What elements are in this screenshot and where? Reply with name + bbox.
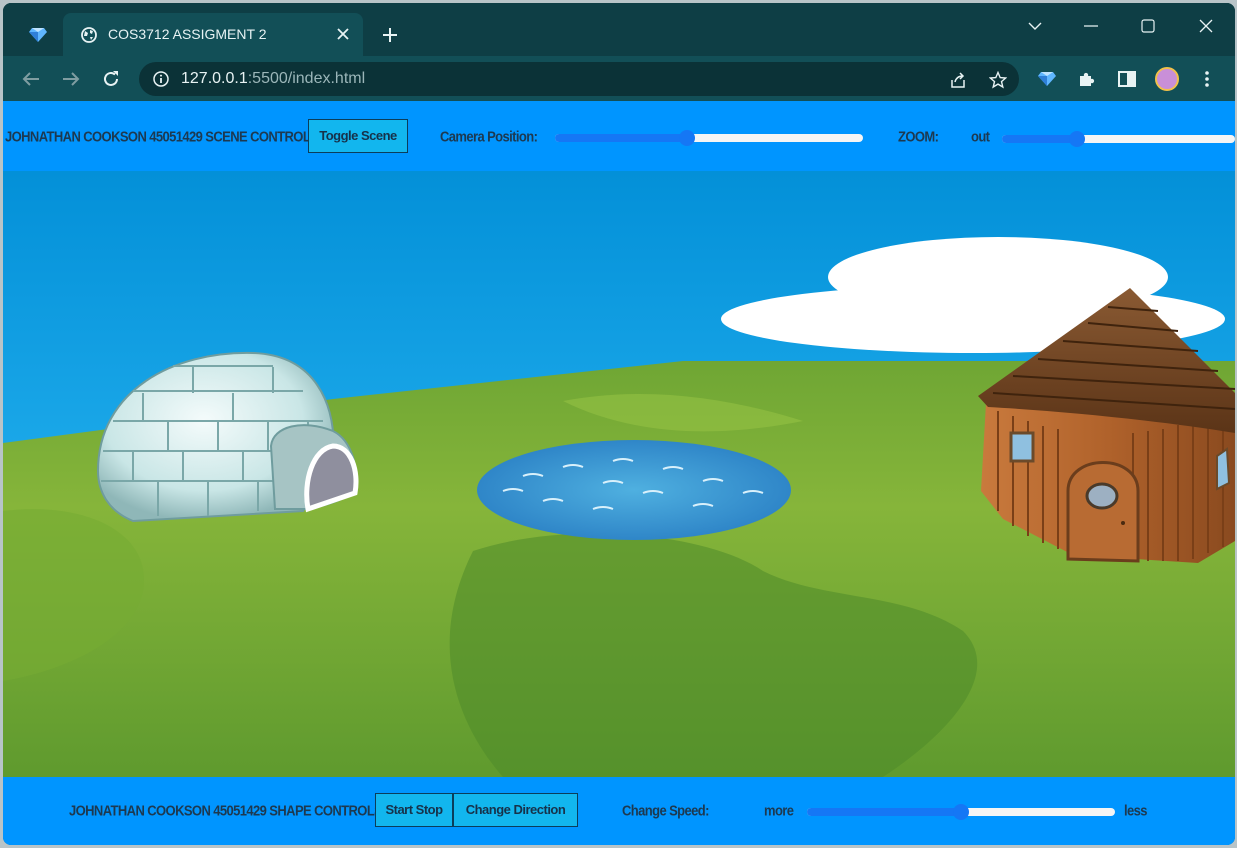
zoom-out-label: out xyxy=(971,127,990,146)
side-panel-button[interactable] xyxy=(1116,68,1138,90)
extension-gem-button[interactable] xyxy=(1036,68,1058,90)
close-icon xyxy=(1199,19,1213,33)
camera-position-slider[interactable] xyxy=(555,130,863,146)
shape-controls-label: JOHNATHAN COOKSON 45051429 SHAPE CONTROL… xyxy=(69,801,387,820)
globe-icon xyxy=(81,27,97,43)
info-icon xyxy=(153,71,169,87)
gem-icon xyxy=(29,28,47,42)
share-icon xyxy=(951,72,965,88)
extensions-button[interactable] xyxy=(1076,68,1098,90)
browser-window: COS3712 ASSIGMENT 2 127.0.0.1:5500/index… xyxy=(3,3,1235,845)
zoom-label: ZOOM: xyxy=(898,127,939,146)
url-path: :5500/index.html xyxy=(247,70,366,87)
speed-slider[interactable] xyxy=(807,804,1115,820)
side-panel-icon xyxy=(1118,71,1136,87)
star-icon xyxy=(989,71,1007,89)
zoom-slider[interactable] xyxy=(1002,131,1235,147)
back-button[interactable] xyxy=(20,68,42,90)
tab-close-button[interactable] xyxy=(333,24,353,44)
menu-button[interactable] xyxy=(1196,68,1218,90)
arrow-left-icon xyxy=(22,72,39,86)
arrow-right-icon xyxy=(63,72,80,86)
reload-icon xyxy=(104,71,118,86)
kebab-menu-icon xyxy=(1205,71,1209,87)
close-window-button[interactable] xyxy=(1186,11,1226,41)
puzzle-icon xyxy=(1080,72,1095,86)
share-button[interactable] xyxy=(949,71,967,89)
minimize-icon xyxy=(1084,25,1098,27)
address-bar[interactable]: 127.0.0.1:5500/index.html xyxy=(139,62,1019,96)
speed-more-label: more xyxy=(764,801,794,820)
tab-strip: COS3712 ASSIGMENT 2 xyxy=(3,3,1235,56)
minimize-button[interactable] xyxy=(1071,11,1111,41)
tab-active[interactable]: COS3712 ASSIGMENT 2 xyxy=(63,13,363,56)
browser-toolbar: 127.0.0.1:5500/index.html xyxy=(3,56,1235,101)
plus-icon xyxy=(383,28,397,42)
speed-less-label: less xyxy=(1124,801,1148,820)
camera-position-label: Camera Position: xyxy=(440,127,538,146)
new-tab-button[interactable] xyxy=(378,23,402,45)
slider-fill xyxy=(555,134,688,142)
forward-button[interactable] xyxy=(60,68,82,90)
pinned-tab[interactable] xyxy=(21,21,55,49)
url-host: 127.0.0.1 xyxy=(181,70,248,87)
change-speed-label: Change Speed: xyxy=(622,801,709,820)
maximize-icon xyxy=(1141,19,1155,33)
chevron-down-icon xyxy=(1028,22,1042,30)
reload-button[interactable] xyxy=(100,68,122,90)
change-direction-button[interactable]: Change Direction xyxy=(453,793,578,827)
pond xyxy=(477,440,791,540)
slider-thumb[interactable] xyxy=(679,130,696,146)
page-content: JOHNATHAN COOKSON 45051429 SCENE CONTROL… xyxy=(3,101,1235,845)
bookmark-button[interactable] xyxy=(989,71,1007,89)
scene-canvas[interactable] xyxy=(3,171,1235,777)
slider-thumb[interactable] xyxy=(953,804,969,820)
avatar[interactable] xyxy=(1155,67,1179,91)
start-stop-button[interactable]: Start Stop xyxy=(375,793,453,827)
slider-thumb[interactable] xyxy=(1068,131,1085,147)
gem-icon xyxy=(1038,72,1056,86)
scene-controls: JOHNATHAN COOKSON 45051429 SCENE CONTROL… xyxy=(3,101,1235,171)
slider-fill xyxy=(1002,135,1077,143)
shape-controls: JOHNATHAN COOKSON 45051429 SHAPE CONTROL… xyxy=(3,777,1235,845)
toggle-scene-button[interactable]: Toggle Scene xyxy=(308,119,408,153)
tab-search-button[interactable] xyxy=(1015,11,1055,41)
close-icon xyxy=(337,28,349,40)
url-text: 127.0.0.1:5500/index.html xyxy=(181,70,365,88)
slider-fill xyxy=(807,808,961,816)
tab-title: COS3712 ASSIGMENT 2 xyxy=(108,26,267,42)
scene-controls-label: JOHNATHAN COOKSON 45051429 SCENE CONTROL… xyxy=(5,127,323,146)
maximize-button[interactable] xyxy=(1128,11,1168,41)
